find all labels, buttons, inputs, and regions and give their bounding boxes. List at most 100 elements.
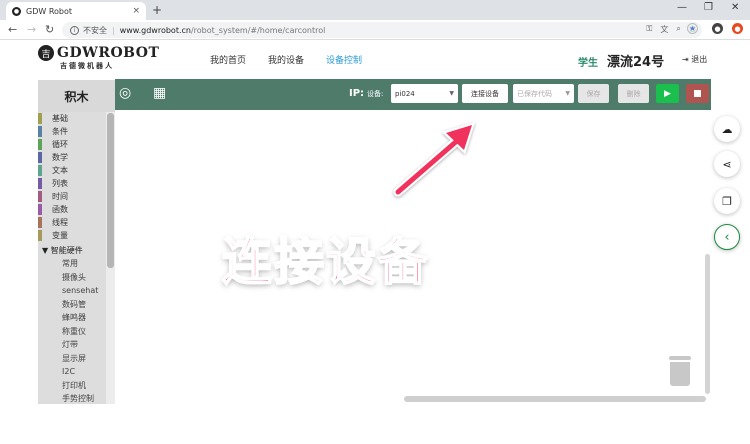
- category-label: 数学: [52, 153, 68, 162]
- connect-device-button[interactable]: 连接设备: [462, 84, 508, 103]
- hardware-section-title[interactable]: ▼ 智能硬件: [38, 244, 106, 257]
- category-item[interactable]: 列表: [38, 177, 106, 190]
- saved-code-placeholder: 已保存代码: [517, 89, 552, 98]
- delete-button[interactable]: 删除: [618, 84, 649, 103]
- hardware-item[interactable]: 称重仪: [38, 325, 106, 339]
- username: 漂流24号: [607, 55, 665, 70]
- browser-tab[interactable]: ● GDW Robot ×: [6, 2, 146, 20]
- extension-icon[interactable]: ▢: [687, 23, 698, 34]
- hardware-item[interactable]: 手势控制: [38, 392, 106, 404]
- category-item[interactable]: 文本: [38, 164, 106, 177]
- device-label: 设备:: [367, 90, 384, 98]
- category-color-swatch: [38, 191, 42, 202]
- url-host: www.gdwrobot.cn: [119, 25, 191, 35]
- category-item[interactable]: 数学: [38, 151, 106, 164]
- hardware-item[interactable]: 数码管: [38, 298, 106, 312]
- window-close-icon[interactable]: ✕: [731, 2, 739, 13]
- nav-home[interactable]: 我的首页: [210, 53, 246, 66]
- save-button[interactable]: 保存: [578, 84, 609, 103]
- category-color-swatch: [38, 204, 42, 215]
- category-item[interactable]: 基础: [38, 112, 106, 125]
- run-button[interactable]: ▶: [656, 84, 679, 103]
- workspace-vertical-scrollbar[interactable]: [705, 254, 710, 394]
- ip-label: IP:: [349, 88, 365, 99]
- new-tab-icon[interactable]: +: [152, 3, 162, 17]
- category-item[interactable]: 线程: [38, 216, 106, 229]
- chevron-down-icon: ▼: [565, 90, 570, 97]
- info-icon[interactable]: i: [70, 25, 79, 35]
- category-color-swatch: [38, 139, 42, 150]
- annotation-arrow-icon: [393, 122, 475, 197]
- grid-icon[interactable]: ▦: [153, 85, 166, 101]
- key-icon[interactable]: ⚿: [646, 24, 652, 35]
- category-color-swatch: [38, 217, 42, 228]
- address-bar[interactable]: i 不安全 | www.gdwrobot.cn /robot_system/#/…: [62, 22, 702, 38]
- hardware-item[interactable]: 打印机: [38, 379, 106, 393]
- tab-title: GDW Robot: [26, 6, 73, 16]
- sidebar-scrollbar-thumb[interactable]: [107, 113, 114, 268]
- logout-link[interactable]: ⇥ 退出: [682, 54, 707, 65]
- hardware-item[interactable]: I2C: [38, 365, 106, 379]
- back-arrow-icon[interactable]: ←: [8, 23, 17, 36]
- hardware-item[interactable]: 蜂鸣器: [38, 311, 106, 325]
- hardware-item[interactable]: 摄像头: [38, 271, 106, 285]
- nav-my-devices[interactable]: 我的设备: [268, 53, 304, 66]
- site-header: 吉 GDWROBOT 吉德微机器人 我的首页 我的设备 设备控制 学生 漂流24…: [0, 40, 750, 78]
- stop-icon: [694, 90, 701, 97]
- nav-device-control[interactable]: 设备控制: [326, 53, 362, 66]
- browser-toolbar: ← → ↻ i 不安全 | www.gdwrobot.cn /robot_sys…: [0, 20, 750, 40]
- copy-icon[interactable]: ❐: [714, 188, 740, 214]
- url-path: /robot_system/#/home/carcontrol: [190, 25, 326, 35]
- logo-text: GDWROBOT: [57, 45, 160, 61]
- category-color-swatch: [38, 165, 42, 176]
- category-item[interactable]: 循环: [38, 138, 106, 151]
- maximize-icon[interactable]: ❐: [704, 2, 713, 13]
- category-label: 循环: [52, 140, 68, 149]
- target-icon[interactable]: ◎: [119, 85, 131, 101]
- hardware-item[interactable]: 常用: [38, 257, 106, 271]
- category-label: 函数: [52, 205, 68, 214]
- hardware-item[interactable]: sensehat: [38, 284, 106, 298]
- hardware-item[interactable]: 灯带: [38, 338, 106, 352]
- site-favicon-icon: ●: [12, 6, 21, 16]
- translate-icon[interactable]: 文: [660, 24, 668, 35]
- security-status: 不安全: [83, 25, 107, 35]
- category-item[interactable]: 函数: [38, 203, 106, 216]
- category-label: 条件: [52, 127, 68, 136]
- logo-mark-icon: 吉: [38, 45, 54, 61]
- profile-avatar-icon[interactable]: ●: [712, 23, 723, 34]
- workspace-horizontal-scrollbar[interactable]: [404, 396, 706, 402]
- hardware-list: 常用 摄像头 sensehat 数码管 蜂鸣器 称重仪 灯带 显示屏 I2C 打印机 手势控制: [38, 257, 106, 404]
- category-label: 变量: [52, 231, 68, 240]
- site-logo[interactable]: 吉 GDWROBOT: [38, 45, 159, 61]
- trash-icon[interactable]: [669, 356, 691, 386]
- category-item[interactable]: 条件: [38, 125, 106, 138]
- control-toolbar: ◎ ▦ IP: 设备: pi024 ▼ 连接设备 已保存代码 ▼ 保存 删除 ▶: [115, 79, 711, 110]
- logout-icon: ⇥: [682, 55, 689, 64]
- hardware-item[interactable]: 显示屏: [38, 352, 106, 366]
- category-item[interactable]: 变量: [38, 229, 106, 242]
- logout-label: 退出: [691, 55, 708, 64]
- forward-arrow-icon[interactable]: →: [27, 23, 36, 36]
- share-icon[interactable]: ⋖: [714, 151, 740, 177]
- url-separator: |: [112, 25, 115, 35]
- device-select[interactable]: pi024 ▼: [391, 84, 458, 103]
- update-alert-icon[interactable]: ●: [732, 23, 743, 34]
- reload-icon[interactable]: ↻: [45, 23, 54, 36]
- category-label: 列表: [52, 179, 68, 188]
- annotation-label: 连接设备: [221, 232, 430, 292]
- stop-button[interactable]: [686, 84, 709, 103]
- collapse-chevron-left-icon[interactable]: ‹: [714, 224, 740, 250]
- category-color-swatch: [38, 152, 42, 163]
- category-label: 时间: [52, 192, 68, 201]
- cloud-upload-icon[interactable]: ☁: [714, 116, 740, 142]
- minimize-icon[interactable]: —: [677, 2, 687, 13]
- category-color-swatch: [38, 178, 42, 189]
- category-item[interactable]: 时间: [38, 190, 106, 203]
- tab-close-icon[interactable]: ×: [132, 6, 140, 16]
- category-color-swatch: [38, 126, 42, 137]
- main-nav: 我的首页 我的设备 设备控制: [210, 53, 362, 66]
- saved-code-select[interactable]: 已保存代码 ▼: [513, 84, 574, 103]
- zoom-icon[interactable]: ⌕: [676, 24, 680, 35]
- logo-subtitle: 吉德微机器人: [60, 62, 114, 70]
